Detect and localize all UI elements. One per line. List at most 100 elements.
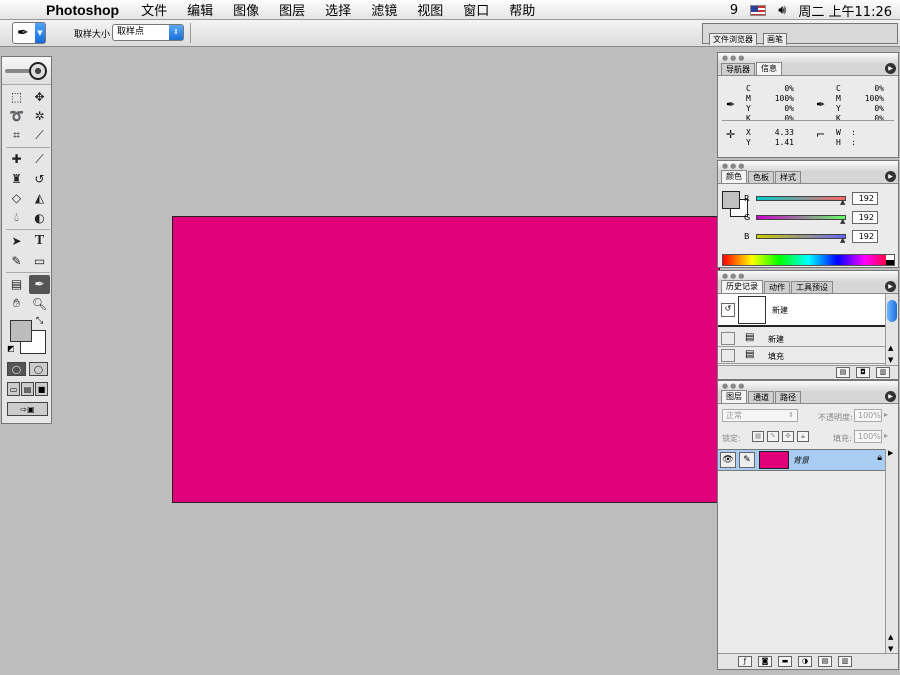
slider-track-g[interactable] (756, 215, 846, 220)
slider-thumb-icon[interactable]: ▲ (840, 198, 845, 206)
notes-tool-icon[interactable]: ▤ (6, 275, 27, 295)
menu-edit[interactable]: 编辑 (177, 0, 223, 19)
dodge-tool-icon[interactable]: ◐ (29, 208, 50, 228)
tab-swatches[interactable]: 色板 (748, 171, 774, 183)
new-layer-icon[interactable]: ▤ (818, 656, 832, 667)
shape-tool-icon[interactable]: ▭ (29, 251, 50, 271)
lock-all-icon[interactable]: 🔒︎ (797, 431, 809, 442)
history-brush-source-icon[interactable]: ↺ (721, 303, 735, 317)
tab-paths[interactable]: 路径 (775, 391, 801, 403)
adjustment-layer-icon[interactable]: ◑ (798, 656, 812, 667)
paint-bucket-tool-icon[interactable]: ◭ (29, 189, 50, 209)
trash-icon[interactable]: ▥ (838, 656, 852, 667)
history-state[interactable]: ▤ 新建 (718, 331, 886, 347)
tab-history[interactable]: 历史记录 (721, 280, 763, 293)
lock-position-icon[interactable]: ✥ (782, 431, 794, 442)
window-buttons-icon[interactable]: ●●● (722, 54, 746, 62)
slider-value-r[interactable]: 192 (852, 192, 878, 205)
window-buttons-icon[interactable]: ●●● (722, 272, 746, 280)
tab-actions[interactable]: 动作 (764, 281, 790, 293)
swap-colors-icon[interactable]: ⤡ (36, 316, 43, 326)
slice-tool-icon[interactable]: ⟋ (29, 126, 50, 146)
trash-icon[interactable]: ▥ (876, 367, 890, 378)
document-canvas[interactable] (172, 216, 720, 503)
magic-wand-tool-icon[interactable]: ✲ (29, 107, 50, 127)
opacity-slider-arrow-icon[interactable]: ▸ (884, 410, 888, 419)
menu-file[interactable]: 文件 (131, 0, 177, 19)
eyedropper-tool-icon[interactable]: ✒ (29, 274, 50, 294)
toolbox-header[interactable] (2, 57, 51, 85)
crop-tool-icon[interactable]: ⌗ (6, 126, 27, 146)
menu-filter[interactable]: 滤镜 (361, 0, 407, 19)
slider-value-b[interactable]: 192 (852, 230, 878, 243)
scroll-down-icon[interactable]: ▼ (888, 356, 893, 364)
well-tab-file-browser[interactable]: 文件浏览器 (709, 33, 757, 45)
layer-row-background[interactable]: 👁︎ ✎ 背景 🔒︎ (718, 449, 886, 471)
screen-mode-standard-button[interactable]: ▭ (7, 382, 20, 396)
volume-icon[interactable]: 🔊︎ (778, 3, 786, 18)
scroll-up-icon[interactable]: ▲ (888, 344, 893, 352)
path-select-tool-icon[interactable]: ➤ (6, 232, 27, 252)
history-brush-source-icon[interactable] (721, 349, 735, 362)
layers-scrollbar[interactable]: ▶ ▲ ▼ (885, 449, 898, 655)
brush-tool-icon[interactable]: ⟋ (29, 150, 50, 170)
tab-color[interactable]: 颜色 (721, 170, 747, 183)
tool-preset-picker[interactable]: ✒ ▼ (12, 22, 46, 44)
lock-image-icon[interactable]: ✎ (767, 431, 779, 442)
clone-stamp-tool-icon[interactable]: ♜ (6, 169, 27, 189)
hand-tool-icon[interactable]: ✋︎ (6, 294, 27, 314)
menu-view[interactable]: 视图 (407, 0, 453, 19)
menu-help[interactable]: 帮助 (499, 0, 545, 19)
color-spectrum-ramp[interactable] (722, 254, 895, 266)
menu-app-name[interactable]: Photoshop (34, 2, 131, 18)
well-tab-brushes[interactable]: 画笔 (763, 33, 787, 45)
type-tool-icon[interactable]: T (29, 232, 50, 252)
slider-thumb-icon[interactable]: ▲ (840, 217, 845, 225)
fill-slider-arrow-icon[interactable]: ▸ (884, 431, 888, 440)
eraser-tool-icon[interactable]: ◇ (6, 189, 27, 209)
panel-menu-icon[interactable]: ▶ (885, 391, 896, 402)
jump-to-imageready-button[interactable]: ⇨▣ (7, 402, 48, 416)
slider-track-b[interactable] (756, 234, 846, 239)
history-state[interactable]: ▤ 填充 (718, 348, 886, 364)
history-scroll-thumb[interactable] (887, 300, 897, 322)
slider-value-g[interactable]: 192 (852, 211, 878, 224)
tab-layers[interactable]: 图层 (721, 390, 747, 403)
color-fg-swatch[interactable] (722, 191, 740, 209)
screen-mode-menubar-button[interactable]: ▤ (21, 382, 34, 396)
history-brush-tool-icon[interactable]: ↺ (29, 169, 50, 189)
keyboard-flag-icon[interactable] (750, 4, 767, 16)
menu-select[interactable]: 选择 (315, 0, 361, 19)
history-scrollbar[interactable]: ▲ ▼ (885, 294, 898, 366)
eye-icon[interactable]: 👁︎ (720, 452, 736, 468)
panel-menu-icon[interactable]: ▶ (885, 63, 896, 74)
window-buttons-icon[interactable]: ●●● (722, 162, 746, 170)
healing-brush-tool-icon[interactable]: ✚ (6, 150, 27, 170)
tab-styles[interactable]: 样式 (775, 171, 801, 183)
pen-tool-icon[interactable]: ✎ (6, 251, 27, 271)
menu-image[interactable]: 图像 (223, 0, 269, 19)
brush-link-icon[interactable]: ✎ (739, 452, 755, 468)
scroll-right-icon[interactable]: ▶ (888, 449, 893, 457)
panel-menu-icon[interactable]: ▶ (885, 171, 896, 182)
tab-navigator[interactable]: 导航器 (721, 63, 755, 75)
standard-mode-button[interactable]: ◯ (7, 362, 26, 376)
default-colors-icon[interactable]: ◩ (7, 344, 15, 353)
quick-mask-mode-button[interactable]: ◯ (29, 362, 48, 376)
sherlock-status[interactable]: 9 (730, 3, 738, 18)
scroll-up-icon[interactable]: ▲ (888, 633, 893, 641)
history-snapshot[interactable]: ↺ 新建 (718, 294, 886, 327)
fill-field[interactable]: 100% (854, 430, 882, 443)
blend-mode-select[interactable]: 正常 ⇕ (722, 409, 798, 422)
tab-channels[interactable]: 通道 (748, 391, 774, 403)
menu-layer[interactable]: 图层 (269, 0, 315, 19)
new-document-from-state-icon[interactable]: ▤ (836, 367, 850, 378)
slider-track-r[interactable] (756, 196, 846, 201)
panel-title-bar[interactable]: ●●● (718, 53, 898, 63)
new-snapshot-icon[interactable]: ◘ (856, 367, 870, 378)
slider-thumb-icon[interactable]: ▲ (840, 236, 845, 244)
new-group-icon[interactable]: ▬ (778, 656, 792, 667)
layer-style-icon[interactable]: ƒ (738, 656, 752, 667)
lock-transparency-icon[interactable]: ▦ (752, 431, 764, 442)
panel-menu-icon[interactable]: ▶ (885, 281, 896, 292)
